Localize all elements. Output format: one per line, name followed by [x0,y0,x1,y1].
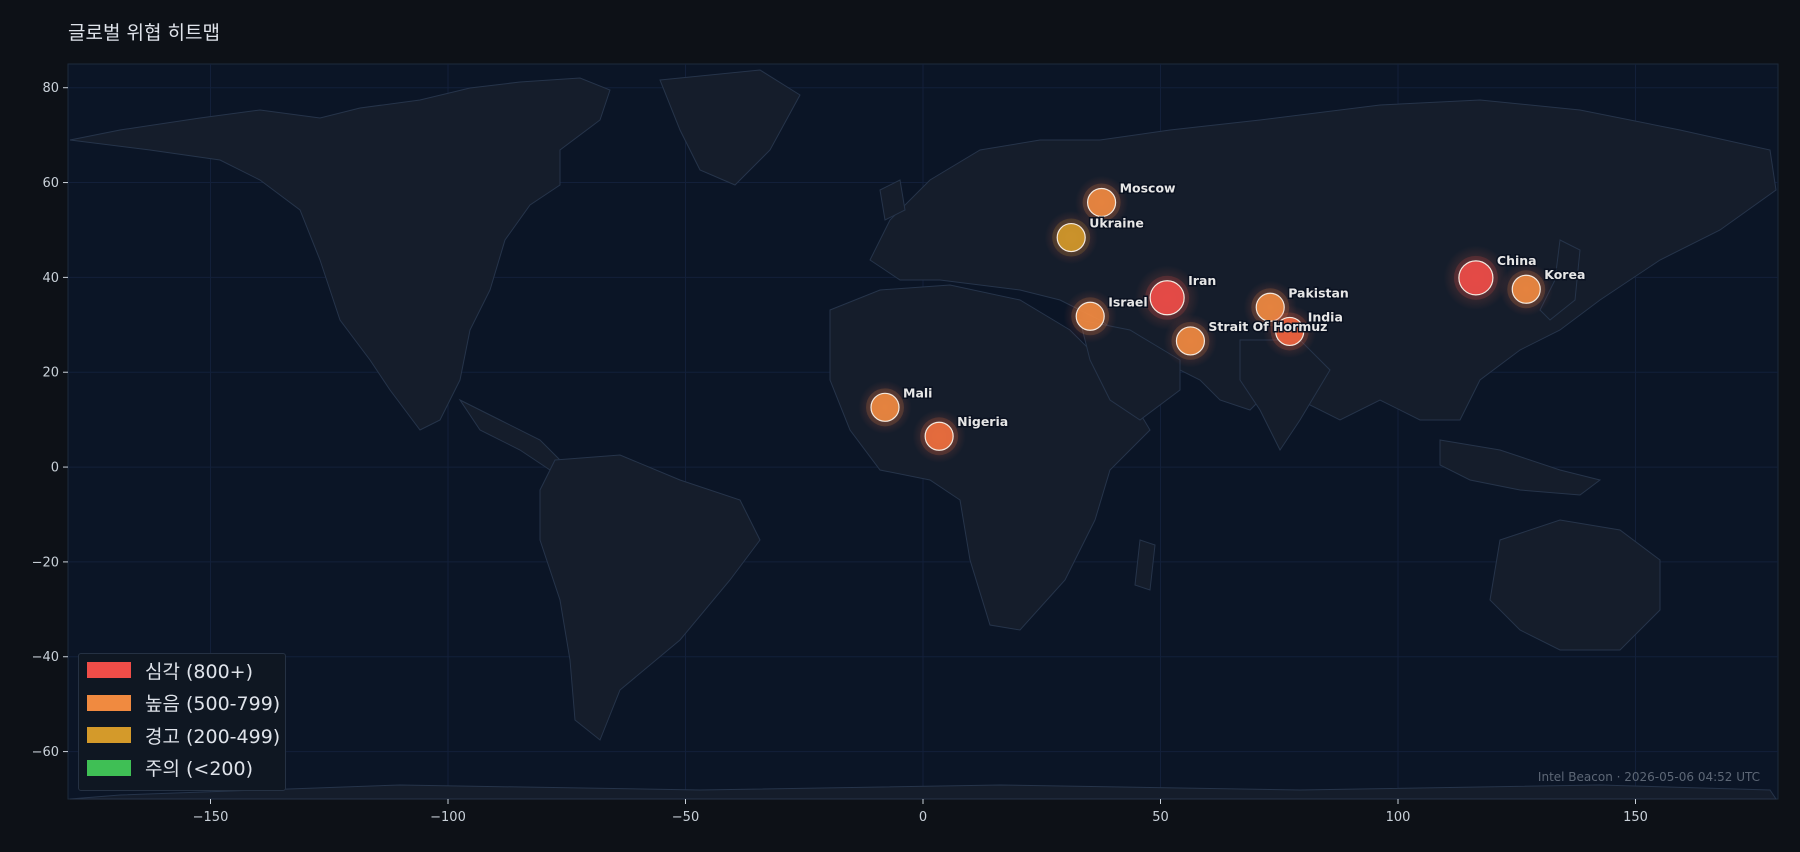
marker-label: Mali [903,385,932,400]
tick-label-x: 0 [919,810,927,825]
tick-label-y: 20 [42,366,59,381]
tick-label-x: 50 [1152,810,1169,825]
tick-label-y: −60 [32,745,59,760]
legend-label-caution: 주의 (<200) [145,758,254,781]
legend-swatch-warning [87,727,131,744]
tick-label-x: −150 [193,810,229,825]
legend-swatch-critical [87,662,131,679]
legend-item-caution: 주의 (<200) [79,752,285,785]
marker-label: Iran [1188,273,1216,288]
tick-label-y: 40 [42,271,59,286]
tick-label-x: −50 [672,810,699,825]
legend-label-warning: 경고 (200-499) [145,725,281,748]
marker-dot[interactable] [1175,326,1206,356]
marker-dot[interactable] [1149,280,1185,316]
marker-label: Korea [1544,267,1585,282]
legend-item-warning: 경고 (200-499) [79,719,285,752]
tick-label-y: 60 [42,176,59,191]
tick-label-x: 150 [1623,810,1648,825]
legend-item-high: 높음 (500-799) [79,687,285,720]
marker-dot[interactable] [1511,274,1541,304]
legend: 심각 (800+) 높음 (500-799) 경고 (200-499) 주의 (… [78,653,286,791]
marker-label: Moscow [1120,180,1176,195]
marker-dot[interactable] [924,421,954,451]
marker-label: Pakistan [1288,285,1349,300]
marker-label: Ukraine [1089,216,1144,231]
marker-label: Nigeria [957,414,1008,429]
marker-dot[interactable] [1075,301,1105,331]
tick-label-y: −40 [32,650,59,665]
marker-dot[interactable] [1458,260,1494,296]
marker-label: Israel [1108,294,1147,309]
tick-label-x: 100 [1386,810,1411,825]
tick-label-y: 80 [42,81,59,96]
tick-label-y: 0 [51,461,59,476]
marker-dot[interactable] [1086,187,1117,218]
tick-label-y: −20 [32,555,59,570]
legend-label-critical: 심각 (800+) [145,660,254,683]
tick-label-x: −100 [430,810,466,825]
legend-item-critical: 심각 (800+) [79,654,285,687]
marker-label: Strait Of Hormuz [1208,319,1327,334]
footer-timestamp: Intel Beacon · 2026-05-06 04:52 UTC [1537,770,1760,784]
legend-swatch-high [87,694,131,711]
legend-swatch-caution [87,759,131,776]
marker-dot[interactable] [1056,222,1086,253]
marker-dot[interactable] [870,392,900,422]
legend-label-high: 높음 (500-799) [145,693,281,716]
